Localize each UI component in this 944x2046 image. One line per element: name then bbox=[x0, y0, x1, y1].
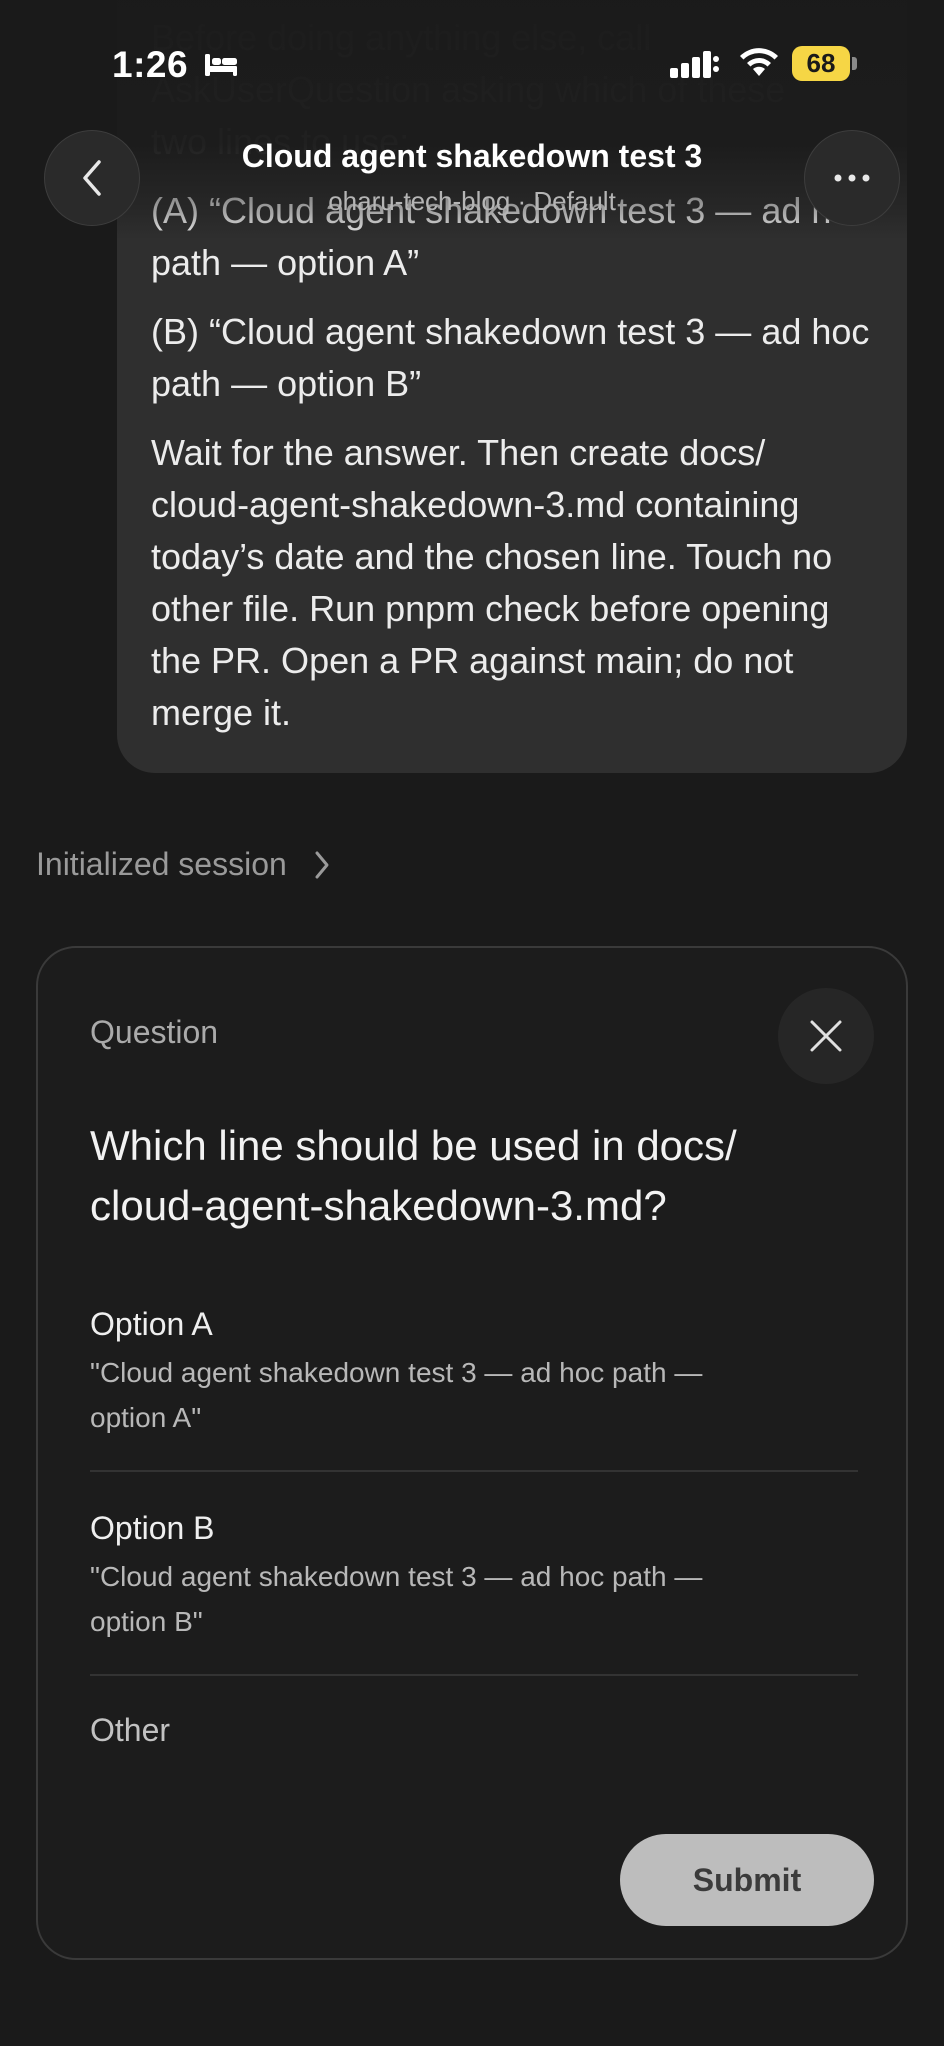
message-instructions: Wait for the answer. Then create docs/ c… bbox=[151, 432, 833, 733]
option-other[interactable]: Other bbox=[90, 1712, 170, 1749]
option-divider bbox=[90, 1674, 858, 1676]
option-a[interactable]: Option A "Cloud agent shakedown test 3 —… bbox=[90, 1302, 858, 1440]
user-message-bubble: Before doing anything else, call AskUser… bbox=[117, 0, 907, 773]
option-description: "Cloud agent shakedown test 3 — ad hoc p… bbox=[90, 1561, 703, 1637]
app-screen: Before doing anything else, call AskUser… bbox=[0, 0, 944, 2046]
close-question-button[interactable] bbox=[778, 988, 874, 1084]
wifi-icon bbox=[740, 48, 778, 76]
more-horizontal-icon bbox=[834, 174, 870, 182]
question-card-label: Question bbox=[90, 1014, 219, 1050]
sleep-focus-icon bbox=[205, 54, 237, 76]
option-b[interactable]: Option B "Cloud agent shakedown test 3 —… bbox=[90, 1506, 858, 1644]
submit-button[interactable]: Submit bbox=[620, 1834, 874, 1926]
session-title: Cloud agent shakedown test 3 bbox=[241, 138, 703, 174]
option-title: Option A bbox=[90, 1306, 213, 1342]
initialized-session-label: Initialized session bbox=[36, 846, 287, 882]
message-option-b: (B) “Cloud agent shakedown test 3 — ad h… bbox=[151, 311, 870, 404]
initialized-session-row[interactable]: Initialized session bbox=[36, 846, 331, 883]
chevron-right-icon bbox=[315, 851, 329, 878]
status-time: 1:26 bbox=[112, 44, 189, 85]
cellular-signal-icon bbox=[670, 51, 719, 78]
battery-indicator: 68 bbox=[792, 46, 858, 81]
session-subtitle: oharu-tech-blog · Default bbox=[328, 186, 616, 216]
more-options-button[interactable] bbox=[804, 130, 900, 226]
option-description: "Cloud agent shakedown test 3 — ad hoc p… bbox=[90, 1357, 703, 1433]
question-text: Which line should be used in docs/ cloud… bbox=[90, 1122, 737, 1229]
question-card: Question Which line should be used in do… bbox=[36, 946, 908, 1960]
close-icon bbox=[810, 1020, 842, 1052]
option-title: Option B bbox=[90, 1510, 215, 1546]
battery-tip bbox=[852, 57, 857, 70]
battery-level: 68 bbox=[792, 46, 850, 81]
option-divider bbox=[90, 1470, 858, 1472]
